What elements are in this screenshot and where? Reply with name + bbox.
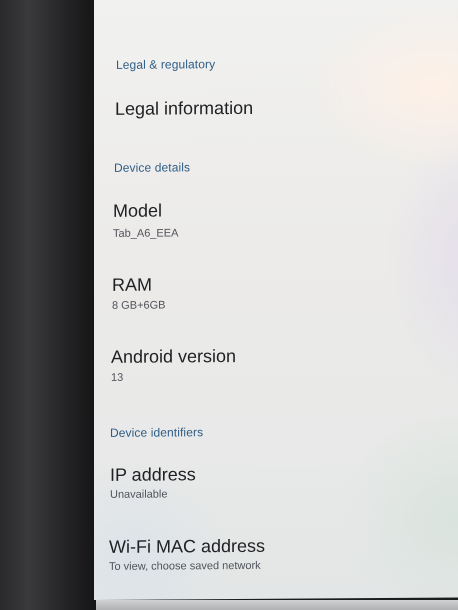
legal-information-title: Legal information	[115, 97, 254, 119]
section-header-device-details: Device details	[114, 160, 191, 175]
device-bezel-left	[0, 0, 96, 610]
section-header-legal-regulatory: Legal & regulatory	[116, 57, 216, 72]
wifi-mac-address-title: Wi-Fi MAC address	[109, 535, 266, 557]
ram-value: 8 GB+6GB	[112, 299, 166, 312]
section-header-device-identifiers: Device identifiers	[110, 425, 204, 440]
model-value: Tab_A6_EEA	[113, 227, 179, 240]
android-version-title: Android version	[111, 346, 237, 367]
about-tablet-screen: Legal & regulatory Legal information Dev…	[94, 0, 458, 601]
android-version-value: 13	[111, 371, 124, 384]
model-title: Model	[113, 200, 163, 221]
wifi-mac-address-value: To view, choose saved network	[109, 559, 261, 573]
device-bezel-bottom	[96, 600, 458, 610]
ram-title: RAM	[112, 274, 152, 295]
ip-address-title: IP address	[110, 464, 196, 485]
ip-address-value: Unavailable	[110, 488, 168, 501]
